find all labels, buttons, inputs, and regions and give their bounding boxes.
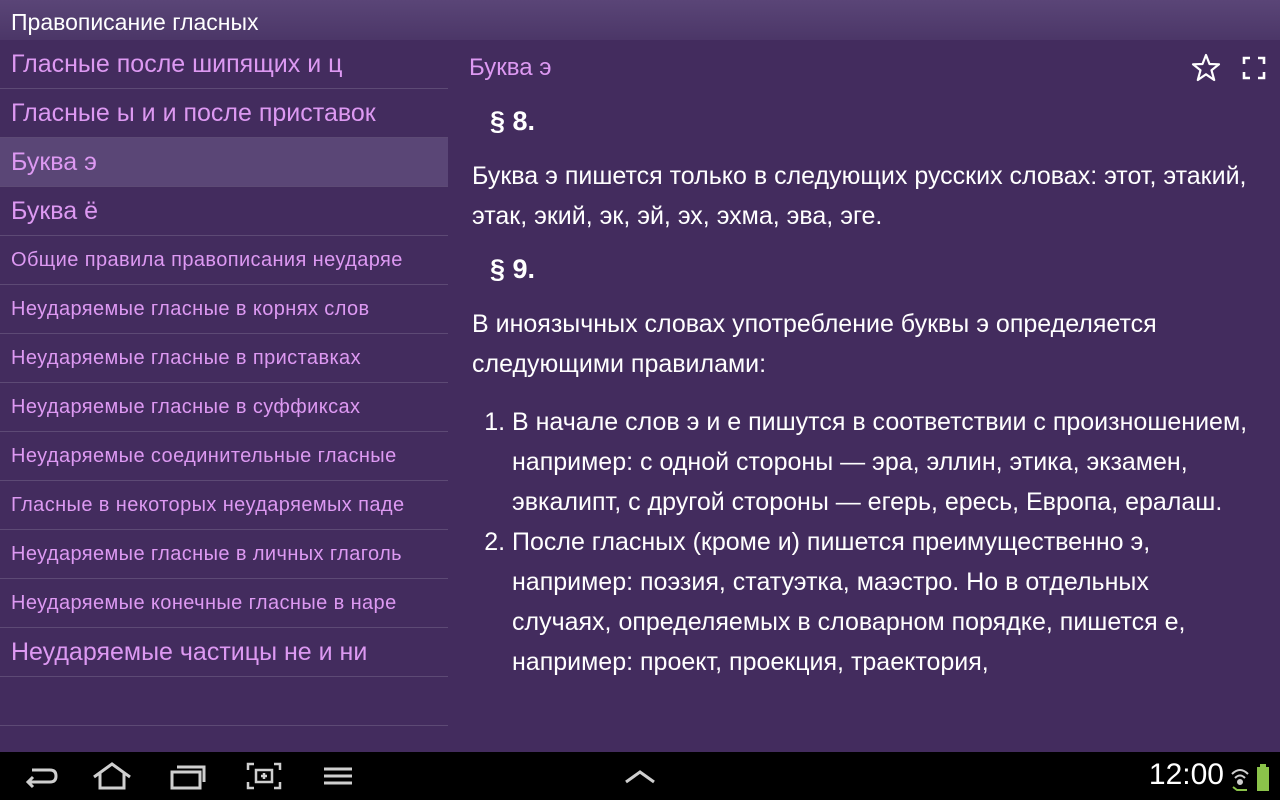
document-title: Буква э xyxy=(469,54,552,81)
sidebar-item[interactable]: Неударяемые частицы не и ни xyxy=(0,628,448,677)
chevron-up-icon[interactable] xyxy=(622,760,658,792)
paragraph: Буква э пишется только в следующих русск… xyxy=(472,162,1247,230)
list-item: После гласных (кроме и) пишется преимуще… xyxy=(512,522,1252,682)
sidebar-item-label: Гласные ы и и после приставок xyxy=(11,98,376,127)
sidebar-item[interactable]: Неударяемые гласные в личных глаголь xyxy=(0,530,448,579)
content-pane: Буква э § 8. Буква э пишется только в сл… xyxy=(448,40,1280,752)
star-outline-icon[interactable] xyxy=(1190,52,1222,84)
sidebar-item-label: Неударяемые частицы не и ни xyxy=(11,637,368,666)
sidebar-item-label: Гласные в некоторых неударяемых паде xyxy=(11,493,405,516)
clock: 12:00 xyxy=(1148,758,1224,791)
sidebar-item[interactable]: Общие правила правописания неударяе xyxy=(0,236,448,285)
fullscreen-icon[interactable] xyxy=(1238,52,1270,84)
sidebar-item-label: Неударяемые гласные в приставках xyxy=(11,346,361,369)
sidebar-item-label: Буква э xyxy=(11,147,97,176)
menu-icon[interactable] xyxy=(320,760,356,792)
sidebar-item-label: Неударяемые конечные гласные в наре xyxy=(11,591,397,614)
sidebar-item[interactable]: Гласные в некоторых неударяемых паде xyxy=(0,481,448,530)
paragraph: В иноязычных словах употребление буквы э… xyxy=(472,310,1157,378)
sidebar-item[interactable]: Неударяемые соединительные гласные xyxy=(0,432,448,481)
sidebar-item[interactable]: Неударяемые гласные в приставках xyxy=(0,334,448,383)
sidebar-item-label: Неударяемые гласные в личных глаголь xyxy=(11,542,402,565)
sidebar-item-label: Неударяемые гласные в корнях слов xyxy=(11,297,370,320)
sidebar: Гласные после шипящих и ц Гласные ы и и … xyxy=(0,40,448,752)
screenshot-icon[interactable] xyxy=(244,760,284,792)
sidebar-empty-row xyxy=(0,677,448,726)
sidebar-item[interactable]: Гласные ы и и после приставок xyxy=(0,89,448,138)
sidebar-item[interactable]: Буква ё xyxy=(0,187,448,236)
rules-list: В начале слов э и е пишутся в соответств… xyxy=(472,402,1252,682)
battery-icon xyxy=(1256,760,1270,792)
sidebar-item-label: Общие правила правописания неударяе xyxy=(11,248,403,271)
back-icon[interactable] xyxy=(20,760,60,792)
list-item: В начале слов э и е пишутся в соответств… xyxy=(512,402,1252,522)
sidebar-item-label: Неударяемые гласные в суффиксах xyxy=(11,395,361,418)
home-icon[interactable] xyxy=(90,760,134,792)
section-heading: § 9. xyxy=(490,254,536,284)
section-heading: § 8. xyxy=(490,106,536,136)
sidebar-item-label: Буква ё xyxy=(11,196,99,225)
article-body: § 8. Буква э пишется только в следующих … xyxy=(472,100,1252,682)
system-navigation-bar: 12:00 xyxy=(0,752,1280,800)
sidebar-item[interactable]: Неударяемые конечные гласные в наре xyxy=(0,579,448,628)
sidebar-item[interactable]: Неударяемые гласные в суффиксах xyxy=(0,383,448,432)
sidebar-item-label: Гласные после шипящих и ц xyxy=(11,49,343,78)
wifi-icon xyxy=(1230,760,1250,792)
app-title: Правописание гласных xyxy=(0,0,1280,44)
sidebar-item[interactable]: Гласные после шипящих и ц xyxy=(0,40,448,89)
sidebar-item-label: Неударяемые соединительные гласные xyxy=(11,444,397,467)
sidebar-item[interactable]: Неударяемые гласные в корнях слов xyxy=(0,285,448,334)
sidebar-item-selected[interactable]: Буква э xyxy=(0,138,448,187)
recent-apps-icon[interactable] xyxy=(168,760,208,792)
